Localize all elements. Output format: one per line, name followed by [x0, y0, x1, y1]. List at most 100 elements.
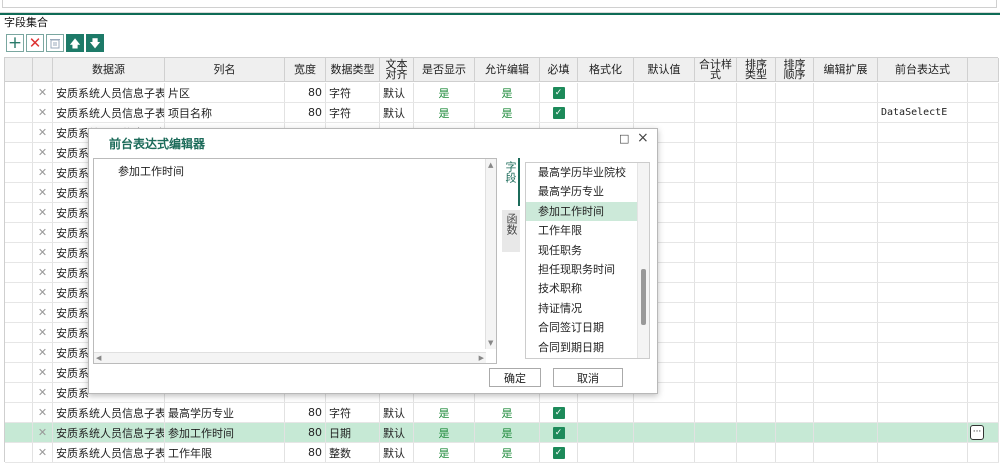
cell-empty[interactable] — [814, 363, 878, 382]
cell-source[interactable]: 安质系统人员信息子表. — [53, 83, 165, 102]
field-list-item[interactable]: 工作年限 — [526, 221, 649, 240]
cell-empty[interactable] — [634, 403, 695, 422]
cell-data-type[interactable]: 整数 — [326, 443, 380, 462]
cell-empty[interactable] — [737, 183, 776, 202]
cell-column-name[interactable]: 工作年限 — [165, 443, 285, 462]
cell-empty[interactable] — [695, 423, 737, 442]
cell-data-type[interactable]: 字符 — [326, 403, 380, 422]
cell-width[interactable]: 80 — [285, 443, 326, 462]
cell-required[interactable]: ✓ — [540, 103, 578, 122]
cell-edit-extension[interactable] — [878, 243, 968, 262]
cell-empty[interactable] — [737, 383, 776, 402]
cell-edit-extension[interactable] — [878, 363, 968, 382]
cell-empty[interactable] — [814, 243, 878, 262]
table-row[interactable]: ✕ 安质系统人员信息子表. 最高学历专业 80 字符 默认是是 ✓ — [5, 403, 999, 423]
ok-button[interactable]: 确定 — [489, 368, 541, 387]
close-icon[interactable]: × — [637, 130, 649, 146]
cell-empty[interactable] — [737, 83, 776, 102]
column-header[interactable]: 前台表达式 — [878, 58, 968, 81]
field-list-item[interactable]: 担任现职务时间 — [526, 260, 649, 279]
checkbox-checked-icon[interactable]: ✓ — [552, 406, 565, 419]
close-icon[interactable]: ✕ — [26, 34, 44, 52]
checkbox-checked-icon[interactable]: ✓ — [552, 446, 565, 459]
cell-frontend-expression[interactable] — [968, 83, 999, 102]
cell-empty[interactable] — [776, 343, 814, 362]
cell-editable[interactable]: 是 — [475, 423, 540, 442]
cell-frontend-expression[interactable] — [968, 143, 999, 162]
delete-row-icon[interactable]: ✕ — [33, 203, 53, 222]
cell-edit-extension[interactable] — [878, 223, 968, 242]
cell-empty[interactable] — [695, 243, 737, 262]
cell-frontend-expression[interactable] — [968, 163, 999, 182]
cell-column-name[interactable]: 参加工作时间 — [165, 423, 285, 442]
cell-empty[interactable] — [695, 183, 737, 202]
delete-row-icon[interactable]: ✕ — [33, 423, 53, 442]
cell-frontend-expression[interactable] — [968, 303, 999, 322]
cell-edit-extension[interactable] — [878, 203, 968, 222]
delete-row-icon[interactable]: ✕ — [33, 403, 53, 422]
cell-source[interactable]: 安质系统人员信息子表. — [53, 403, 165, 422]
cell-empty[interactable] — [737, 203, 776, 222]
column-header[interactable]: 数据类型 — [326, 58, 380, 81]
cell-empty[interactable] — [776, 123, 814, 142]
cell-empty[interactable] — [776, 223, 814, 242]
cell-visible[interactable]: 是 — [414, 103, 475, 122]
cell-empty[interactable] — [737, 143, 776, 162]
cell-empty[interactable] — [737, 283, 776, 302]
column-header[interactable]: 排序顺序 — [776, 58, 814, 81]
column-header[interactable]: 列名 — [165, 58, 285, 81]
cell-frontend-expression[interactable] — [968, 443, 999, 462]
cell-empty[interactable] — [814, 283, 878, 302]
checkbox-checked-icon[interactable]: ✓ — [552, 86, 565, 99]
cell-required[interactable]: ✓ — [540, 423, 578, 442]
cell-edit-extension[interactable] — [878, 143, 968, 162]
delete-row-icon[interactable]: ✕ — [33, 143, 53, 162]
cell-required[interactable]: ✓ — [540, 83, 578, 102]
cell-edit-extension[interactable] — [878, 83, 968, 102]
plus-icon[interactable]: + — [6, 34, 24, 52]
tab-functions[interactable]: 函数 — [502, 210, 520, 252]
cell-column-name[interactable]: 项目名称 — [165, 103, 285, 122]
cell-frontend-expression[interactable] — [968, 223, 999, 242]
cell-required[interactable]: ✓ — [540, 403, 578, 422]
cell-edit-extension[interactable] — [878, 403, 968, 422]
cell-source[interactable]: 安质系统人员信息子表. — [53, 103, 165, 122]
cell-empty[interactable] — [814, 203, 878, 222]
cell-empty[interactable] — [695, 143, 737, 162]
cell-data-type[interactable]: 字符 — [326, 83, 380, 102]
cell-text-align[interactable]: 默认 — [380, 423, 414, 442]
scroll-left-icon[interactable]: ◀ — [96, 354, 101, 362]
cell-empty[interactable] — [814, 163, 878, 182]
delete-row-icon[interactable]: ✕ — [33, 123, 53, 142]
cell-visible[interactable]: 是 — [414, 83, 475, 102]
cell-empty[interactable] — [737, 363, 776, 382]
cell-empty[interactable] — [578, 403, 634, 422]
cell-empty[interactable] — [776, 383, 814, 402]
table-row[interactable]: ✕ 安质系统人员信息子表. 项目名称 80 字符 默认是是 ✓ DataSelectE — [5, 103, 999, 123]
cell-empty[interactable] — [695, 283, 737, 302]
cell-empty[interactable] — [737, 103, 776, 122]
cell-edit-extension[interactable] — [878, 303, 968, 322]
cell-data-type[interactable]: 日期 — [326, 423, 380, 442]
cell-empty[interactable] — [814, 443, 878, 462]
tab-fields[interactable]: 字段 — [502, 158, 520, 206]
cell-column-name[interactable]: 最高学历专业 — [165, 403, 285, 422]
cell-empty[interactable] — [814, 403, 878, 422]
cell-empty[interactable] — [776, 183, 814, 202]
cell-empty[interactable] — [695, 163, 737, 182]
delete-row-icon[interactable]: ✕ — [33, 443, 53, 462]
cell-empty[interactable] — [776, 403, 814, 422]
cell-source[interactable]: 安质系统人员信息子表. — [53, 423, 165, 442]
column-header[interactable]: 允许编辑 — [475, 58, 540, 81]
cell-empty[interactable] — [695, 203, 737, 222]
cell-frontend-expression[interactable] — [968, 263, 999, 282]
cell-empty[interactable] — [776, 263, 814, 282]
cell-empty[interactable] — [634, 443, 695, 462]
delete-row-icon[interactable]: ✕ — [33, 303, 53, 322]
delete-row-icon[interactable]: ✕ — [33, 223, 53, 242]
field-list-item[interactable]: 参加工作时间 — [526, 201, 649, 222]
cell-frontend-expression[interactable] — [968, 243, 999, 262]
cell-editable[interactable]: 是 — [475, 83, 540, 102]
trash-icon[interactable] — [46, 34, 64, 52]
cell-empty[interactable] — [776, 83, 814, 102]
